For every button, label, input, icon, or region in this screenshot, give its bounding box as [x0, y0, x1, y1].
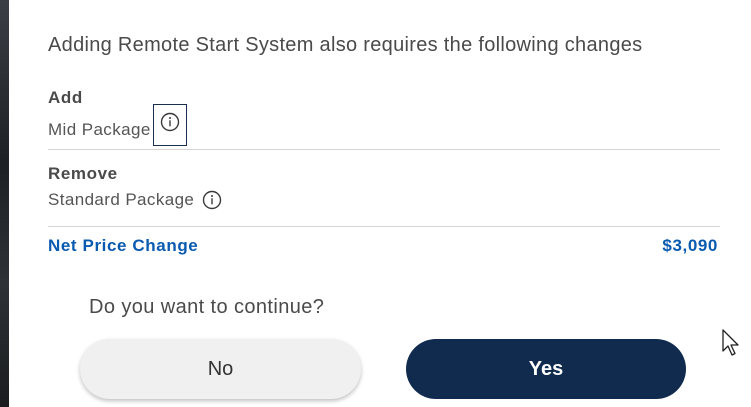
divider — [48, 226, 720, 227]
mouse-cursor-icon — [722, 329, 739, 356]
add-item-label: Mid Package — [48, 120, 151, 139]
remove-item-label: Standard Package — [48, 190, 195, 209]
confirmation-dialog: Adding Remote Start System also requires… — [9, 0, 751, 407]
info-icon — [203, 190, 222, 210]
net-price-value: $3,090 — [662, 236, 718, 255]
add-item-row: Mid Package — [48, 104, 187, 146]
continue-question: Do you want to continue? — [89, 296, 325, 318]
divider — [48, 149, 720, 150]
remove-section-title: Remove — [48, 164, 118, 183]
remove-item-info-button[interactable] — [202, 190, 222, 210]
no-button[interactable]: No — [80, 339, 361, 399]
info-icon — [160, 112, 179, 132]
background-overlay — [0, 0, 9, 407]
add-item-info-button[interactable] — [152, 104, 187, 146]
remove-item-row: Standard Package — [48, 190, 222, 210]
yes-button[interactable]: Yes — [406, 339, 686, 399]
dialog-heading: Adding Remote Start System also requires… — [48, 34, 643, 56]
net-price-label: Net Price Change — [48, 236, 199, 255]
